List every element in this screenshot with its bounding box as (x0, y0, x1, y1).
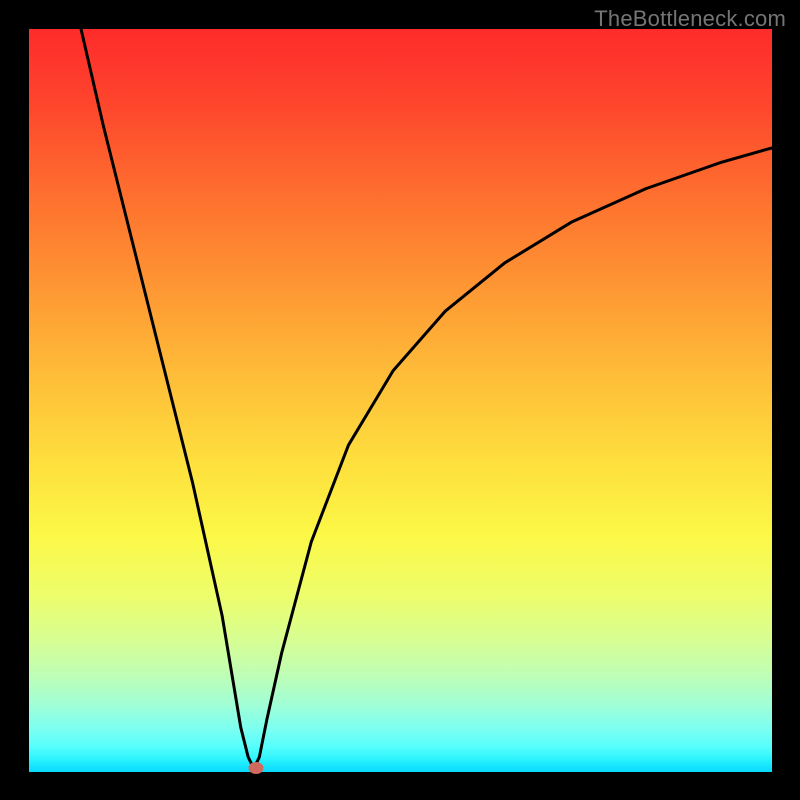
minimum-marker (248, 762, 263, 774)
chart-stage: TheBottleneck.com (0, 0, 800, 800)
curve-svg (29, 29, 772, 772)
plot-area (29, 29, 772, 772)
curve-path (81, 29, 772, 768)
